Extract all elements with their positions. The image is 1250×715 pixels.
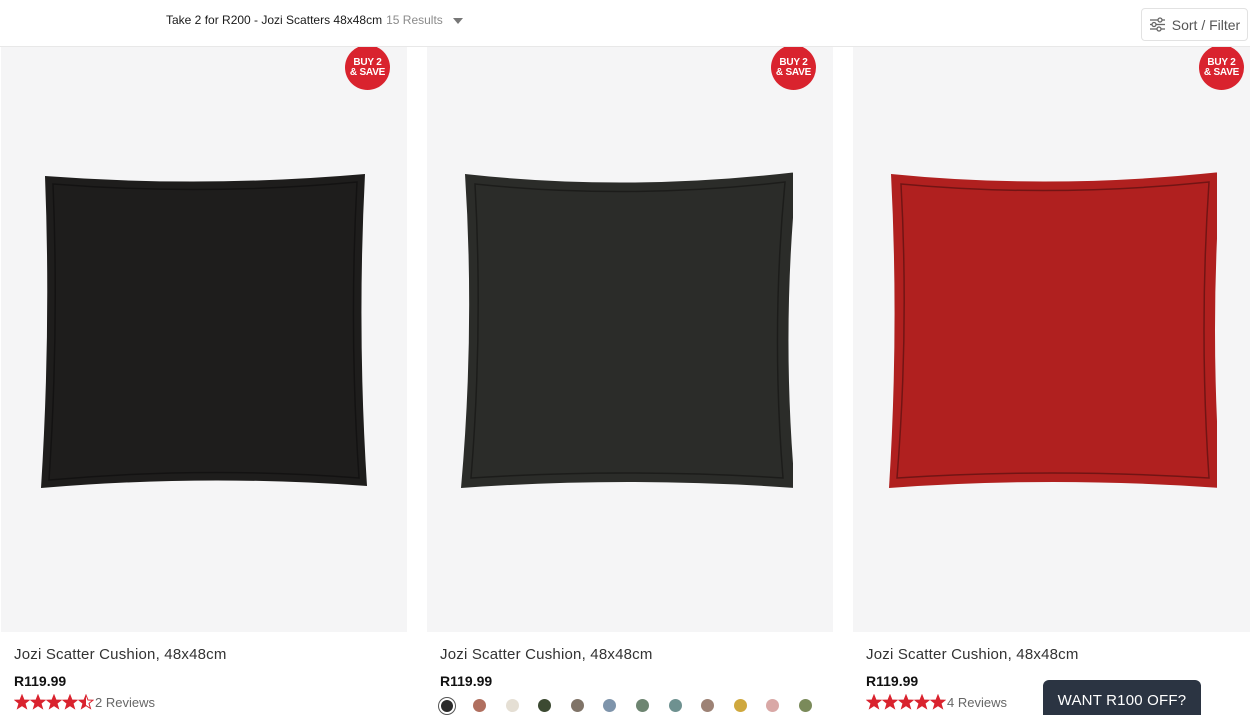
buy-2-save-badge: BUY 2 & SAVE xyxy=(771,47,816,90)
top-bar: Take 2 for R200 - Jozi Scatters 48x48cm … xyxy=(0,0,1250,47)
star-icon xyxy=(914,694,930,710)
collection-title: Take 2 for R200 - Jozi Scatters 48x48cm xyxy=(166,13,383,27)
buy-2-save-badge: BUY 2 & SAVE xyxy=(1199,47,1244,90)
color-swatch[interactable] xyxy=(701,699,715,712)
product-card[interactable]: BUY 2 & SAVE Jozi Scatter Cushion, 48x48… xyxy=(853,47,1250,715)
star-icon xyxy=(898,694,914,710)
star-icon xyxy=(78,694,94,710)
results-count: 15 Results xyxy=(386,13,443,27)
color-swatch[interactable] xyxy=(538,699,552,712)
color-swatch[interactable] xyxy=(570,699,584,712)
buy-2-save-badge: BUY 2 & SAVE xyxy=(345,47,390,90)
product-image[interactable]: BUY 2 & SAVE xyxy=(1,47,407,632)
product-price: R119.99 xyxy=(440,673,493,689)
product-title[interactable]: Jozi Scatter Cushion, 48x48cm xyxy=(866,646,1079,663)
star-icon xyxy=(882,694,898,710)
product-title[interactable]: Jozi Scatter Cushion, 48x48cm xyxy=(440,646,653,663)
badge-line-2: & SAVE xyxy=(775,66,812,78)
color-swatch[interactable] xyxy=(798,699,812,712)
sort-filter-label: Sort / Filter xyxy=(1171,16,1241,33)
color-swatch[interactable] xyxy=(473,699,486,712)
color-swatch[interactable] xyxy=(603,699,617,712)
product-card[interactable]: BUY 2 & SAVE Jozi Scatter Cushion, 48x48… xyxy=(427,47,833,715)
badge-line-1: BUY 2 xyxy=(1207,56,1236,68)
product-card[interactable]: BUY 2 & SAVE Jozi Scatter Cushion, 48x48… xyxy=(1,47,407,715)
sort-filter-button[interactable]: Sort / Filter xyxy=(1141,8,1248,41)
star-icon xyxy=(30,694,46,710)
product-title[interactable]: Jozi Scatter Cushion, 48x48cm xyxy=(14,646,227,663)
color-swatch[interactable] xyxy=(668,699,682,712)
star-icon xyxy=(930,694,946,710)
color-swatch[interactable] xyxy=(505,699,519,712)
badge-line-2: & SAVE xyxy=(349,66,386,78)
promo-offer-button[interactable]: WANT R100 OFF? xyxy=(1043,680,1201,715)
reviews-count[interactable]: 2 Reviews xyxy=(95,695,155,710)
color-swatches xyxy=(439,699,832,712)
cushion-image xyxy=(41,174,367,488)
color-swatch[interactable] xyxy=(441,699,453,712)
badge-line-2: & SAVE xyxy=(1203,66,1240,78)
reviews-count[interactable]: 4 Reviews xyxy=(947,695,1007,710)
collection-header[interactable]: Take 2 for R200 - Jozi Scatters 48x48cm … xyxy=(166,13,463,27)
star-icon xyxy=(866,694,882,710)
cushion-image xyxy=(889,172,1217,488)
product-rating[interactable]: 2 Reviews xyxy=(14,694,155,710)
product-image[interactable]: BUY 2 & SAVE xyxy=(427,47,833,632)
star-rating xyxy=(866,694,946,710)
star-icon xyxy=(62,694,78,710)
product-image[interactable]: BUY 2 & SAVE xyxy=(853,47,1250,632)
cushion-image xyxy=(461,172,793,488)
star-icon xyxy=(14,694,30,710)
color-swatch[interactable] xyxy=(766,699,780,712)
product-price: R119.99 xyxy=(14,673,67,689)
chevron-down-icon[interactable] xyxy=(452,17,463,24)
badge-line-1: BUY 2 xyxy=(779,56,808,68)
sliders-icon xyxy=(1149,17,1165,32)
product-price: R119.99 xyxy=(866,673,919,689)
color-swatch[interactable] xyxy=(733,699,747,712)
star-icon xyxy=(46,694,62,710)
color-swatch[interactable] xyxy=(635,699,649,712)
star-rating xyxy=(14,694,94,710)
badge-line-1: BUY 2 xyxy=(353,56,382,68)
product-rating[interactable]: 4 Reviews xyxy=(866,694,1007,710)
